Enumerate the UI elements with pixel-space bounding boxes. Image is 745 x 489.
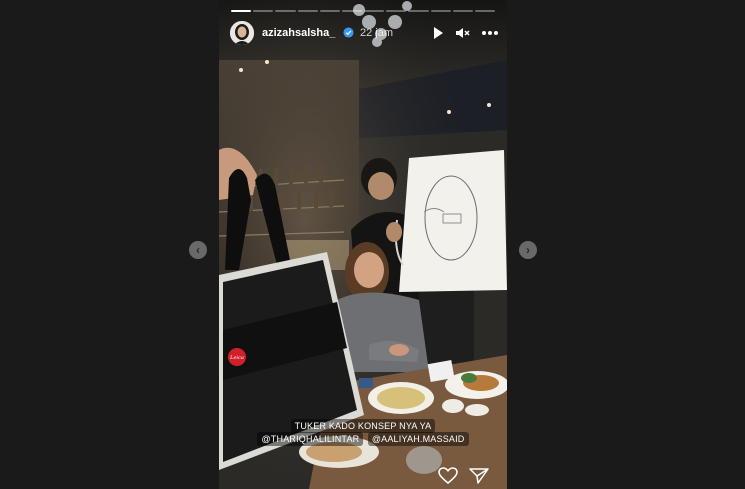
avatar[interactable] [230, 21, 254, 45]
send-icon[interactable] [469, 467, 489, 485]
story-viewer: ‹ › Leica azizahsalsha_ 22 jam TUKER KAD… [0, 0, 745, 489]
story-timestamp: 22 jam [360, 27, 394, 39]
svg-text:Leica: Leica [229, 355, 244, 361]
mention-tharighalilintar[interactable]: @THARIQHALILINTAR [257, 432, 364, 446]
chevron-left-icon: ‹ [196, 243, 200, 257]
speaker-muted-icon[interactable] [454, 25, 470, 41]
progress-segment [364, 10, 385, 12]
progress-segment [474, 10, 496, 12]
story-username[interactable]: azizahsalsha_ [262, 27, 335, 39]
progress-segment [386, 10, 407, 12]
story-header: azizahsalsha_ 22 jam [230, 21, 500, 47]
progress-segment [275, 10, 296, 12]
progress-segment [452, 10, 473, 12]
progress-segment [341, 10, 363, 12]
progress-segment [297, 10, 318, 12]
play-icon[interactable] [430, 25, 446, 41]
progress-segment [253, 10, 274, 12]
story-card[interactable]: Leica azizahsalsha_ 22 jam TUKER KADO KO… [219, 0, 507, 489]
heart-icon[interactable] [438, 467, 458, 485]
chevron-right-icon: › [526, 243, 530, 257]
progress-segment [430, 10, 451, 12]
verified-badge-icon [343, 27, 354, 38]
more-horizontal-icon[interactable] [480, 25, 500, 41]
mention-aaliyah-massaid[interactable]: @AALIYAH.MASSAID [367, 432, 469, 446]
progress-segment [231, 10, 252, 12]
progress-segment [319, 10, 340, 12]
reply-input[interactable] [227, 462, 427, 484]
avatar-image [230, 21, 254, 45]
next-story-button[interactable]: › [519, 241, 537, 259]
progress-segment [408, 10, 429, 12]
story-mentions: @THARIQHALILINTAR @AALIYAH.MASSAID [219, 429, 507, 447]
story-progress-bar [231, 10, 496, 12]
previous-story-button[interactable]: ‹ [189, 241, 207, 259]
